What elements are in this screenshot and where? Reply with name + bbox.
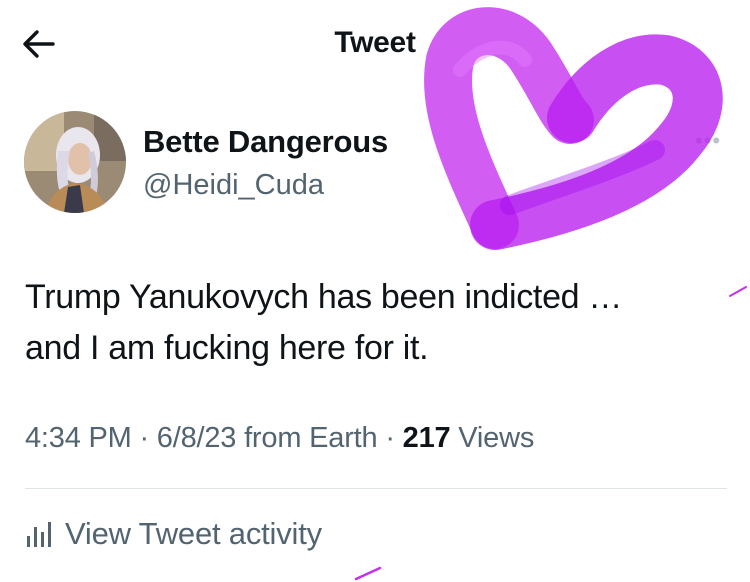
tweet-date[interactable]: 6/8/23 bbox=[157, 422, 237, 454]
tweet-text: Trump Yanukovych has been indicted … and… bbox=[25, 272, 725, 374]
source-prefix: from bbox=[236, 422, 310, 454]
tweet-text-line-2: and I am fucking here for it. bbox=[25, 329, 429, 367]
marker-stroke bbox=[729, 286, 747, 297]
tweet-source: Earth bbox=[309, 422, 378, 454]
more-horizontal-icon: ••• bbox=[694, 128, 722, 153]
meta-separator: · bbox=[377, 422, 403, 454]
divider bbox=[25, 488, 727, 489]
marker-stroke bbox=[354, 566, 382, 581]
meta-separator: · bbox=[131, 422, 157, 454]
tweet-text-line-1: Trump Yanukovych has been indicted … bbox=[25, 278, 623, 316]
view-tweet-activity-label: View Tweet activity bbox=[65, 516, 322, 551]
views-count[interactable]: 217 bbox=[403, 422, 451, 454]
view-tweet-activity-button[interactable]: View Tweet activity bbox=[25, 514, 322, 554]
author-handle[interactable]: @Heidi_Cuda bbox=[143, 169, 324, 202]
author-name[interactable]: Bette Dangerous bbox=[143, 124, 388, 160]
page-title: Tweet bbox=[334, 26, 416, 59]
analytics-bars-icon bbox=[27, 522, 51, 547]
tweet-meta: 4:34 PM · 6/8/23 from Earth · 217 Views bbox=[25, 422, 534, 455]
tweet-time[interactable]: 4:34 PM bbox=[25, 422, 132, 454]
views-label: Views bbox=[450, 422, 535, 454]
top-bar: Tweet bbox=[0, 0, 750, 90]
avatar-image bbox=[24, 111, 126, 213]
avatar[interactable] bbox=[24, 111, 126, 213]
more-options-button[interactable]: ••• bbox=[690, 126, 726, 156]
